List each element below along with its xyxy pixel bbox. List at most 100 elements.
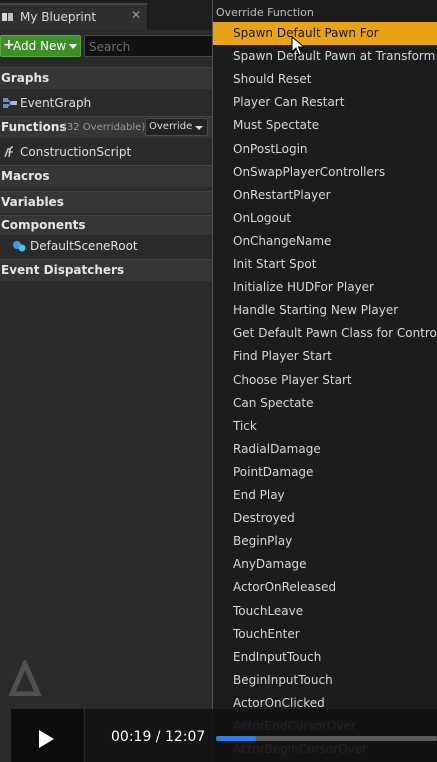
menu-item-label: Tick (233, 418, 257, 433)
menu-item-label: OnRestartPlayer (233, 187, 331, 202)
tab-strip: My Blueprint ✕ (0, 0, 215, 30)
menu-item-label: Must Spectate (233, 118, 320, 133)
menu-item[interactable]: BeginInputTouch (213, 669, 437, 692)
menu-item-label: Can Spectate (233, 395, 314, 410)
item-label: DefaultSceneRoot (30, 239, 138, 253)
menu-item-label: Spawn Default Pawn For (233, 26, 379, 40)
menu-item[interactable]: Initialize HUDFor Player (213, 276, 437, 299)
menu-item[interactable]: Init Start Spot (213, 253, 437, 276)
menu-item-label: Find Player Start (233, 349, 332, 364)
menu-item-label: Initialize HUDFor Player (233, 280, 374, 295)
menu-item[interactable]: Find Player Start (213, 345, 437, 368)
menu-item[interactable]: TouchLeave (213, 600, 437, 623)
menu-item-label: Player Can Restart (233, 95, 345, 110)
menu-item[interactable]: Get Default Pawn Class for Controller (213, 322, 437, 345)
section-title: Variables (1, 195, 64, 209)
menu-item[interactable]: OnSwapPlayerControllers (213, 161, 437, 184)
chevron-down-icon (69, 44, 77, 49)
menu-item-label: End Play (233, 488, 285, 502)
menu-item[interactable]: Can Spectate (213, 392, 437, 415)
menu-item[interactable]: Player Can Restart (213, 91, 437, 114)
menu-item[interactable]: Must Spectate (213, 114, 437, 137)
mouse-cursor-icon (291, 36, 305, 56)
menu-item[interactable]: TouchEnter (213, 623, 437, 646)
menu-item[interactable]: Spawn Default Pawn at Transform (213, 45, 437, 68)
menu-item[interactable]: Tick (213, 415, 437, 438)
override-function-menu: Override Function Spawn Default Pawn For… (212, 0, 437, 762)
menu-item[interactable]: Choose Player Start (213, 369, 437, 392)
overridable-count: (32 Overridable) (63, 122, 146, 133)
menu-item[interactable]: PointDamage (213, 461, 437, 484)
menu-item[interactable]: EndInputTouch (213, 646, 437, 669)
menu-item[interactable]: Should Reset (213, 68, 437, 91)
section-title: Event Dispatchers (1, 263, 125, 277)
item-label: EventGraph (20, 96, 92, 110)
section-macros[interactable]: Macros (0, 165, 215, 187)
menu-item[interactable]: Handle Starting New Player (213, 299, 437, 322)
menu-item[interactable]: Destroyed (213, 507, 437, 530)
menu-item[interactable]: BeginPlay (213, 530, 437, 553)
menu-item-label: TouchLeave (233, 603, 304, 618)
progress-fill (216, 736, 257, 741)
menu-item-label: OnLogout (233, 210, 292, 225)
menu-item[interactable]: ActorOnReleased (213, 576, 437, 599)
section-title: Graphs (1, 71, 50, 85)
menu-item-label: Should Reset (233, 72, 312, 87)
section-event-dispatchers[interactable]: Event Dispatchers (0, 259, 215, 281)
event-graph-icon (3, 98, 17, 108)
menu-item[interactable]: AnyDamage (213, 553, 437, 576)
toolbar: + Add New Search (0, 32, 215, 60)
section-title: Macros (1, 169, 50, 183)
divider (84, 709, 85, 762)
menu-item[interactable]: RadialDamage (213, 438, 437, 461)
progress-bar[interactable] (216, 736, 437, 741)
search-input[interactable]: Search (84, 35, 215, 57)
menu-header: Override Function (216, 6, 314, 19)
menu-item-label: BeginPlay (233, 534, 293, 549)
menu-item-label: OnChangeName (233, 233, 332, 248)
scene-component-icon (13, 241, 26, 252)
add-new-label: Add New (13, 39, 67, 53)
menu-item-label: OnSwapPlayerControllers (233, 164, 386, 179)
section-graphs[interactable]: Graphs (0, 67, 215, 89)
menu-item-label: ActorOnReleased (233, 580, 337, 595)
my-blueprint-panel: My Blueprint ✕ + Add New Search Graphs E… (0, 0, 215, 762)
section-functions[interactable]: Functions (32 Overridable) Override (0, 116, 215, 138)
search-placeholder: Search (89, 40, 131, 54)
add-new-button[interactable]: + Add New (0, 35, 81, 57)
blueprint-icon (2, 13, 13, 21)
menu-item[interactable]: OnRestartPlayer (213, 184, 437, 207)
menu-item[interactable]: Spawn Default Pawn For (213, 22, 437, 45)
menu-item-label: Destroyed (233, 511, 295, 526)
menu-item-label: AnyDamage (233, 557, 307, 572)
list-item-default-scene-root[interactable]: DefaultSceneRoot (0, 235, 215, 257)
section-title: Components (1, 218, 86, 232)
list-item-construction-script[interactable]: ConstructionScript (0, 141, 215, 163)
section-variables[interactable]: Variables (0, 191, 215, 213)
override-dropdown[interactable]: Override (145, 118, 208, 136)
menu-item-label: PointDamage (233, 464, 314, 479)
tab-title: My Blueprint (20, 10, 97, 24)
menu-item-label: EndInputTouch (233, 649, 322, 664)
menu-item-label: ActorOnClicked (233, 695, 325, 710)
function-icon (4, 146, 14, 158)
menu-item-label: OnPostLogin (233, 141, 308, 156)
menu-item[interactable]: OnPostLogin (213, 138, 437, 161)
play-button[interactable] (11, 709, 83, 762)
menu-item[interactable]: End Play (213, 484, 437, 507)
menu-item-label: Choose Player Start (233, 372, 352, 387)
menu-item-label: RadialDamage (233, 441, 321, 456)
section-components[interactable]: Components (0, 215, 215, 235)
item-label: ConstructionScript (20, 145, 132, 159)
close-icon[interactable]: ✕ (131, 8, 141, 22)
play-icon (39, 730, 54, 748)
menu-item-label: BeginInputTouch (233, 672, 333, 687)
menu-item-label: Handle Starting New Player (233, 303, 399, 318)
menu-item[interactable]: OnLogout (213, 207, 437, 230)
tab-my-blueprint[interactable]: My Blueprint ✕ (0, 3, 148, 30)
menu-item[interactable]: OnChangeName (213, 230, 437, 253)
list-item-event-graph[interactable]: EventGraph (0, 92, 215, 114)
chevron-down-icon (195, 126, 203, 130)
video-player-controls: 00:19 / 12:07 (11, 709, 437, 762)
override-label: Override (149, 121, 193, 132)
